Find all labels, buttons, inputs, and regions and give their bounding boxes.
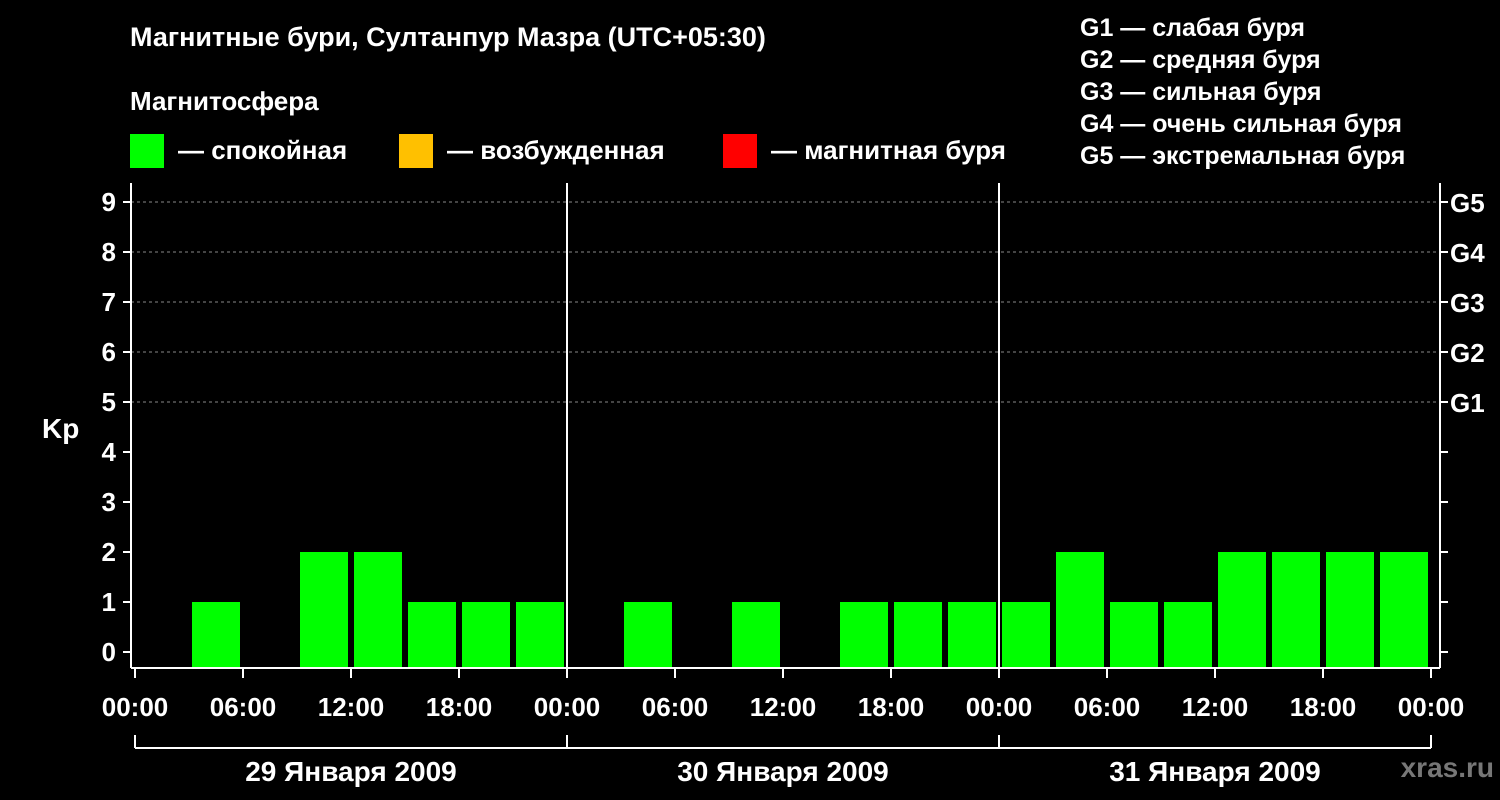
kp-bar — [192, 602, 240, 668]
kp-bar — [894, 602, 942, 668]
x-tick-label: 12:00 — [1182, 692, 1249, 722]
y-tick-label: 0 — [102, 637, 116, 667]
y-tick-label: 5 — [102, 387, 116, 417]
kp-bar — [462, 602, 510, 668]
kp-bar — [408, 602, 456, 668]
x-tick-label: 12:00 — [750, 692, 817, 722]
y-tick-label: 9 — [102, 187, 116, 217]
kp-bar — [1218, 552, 1266, 668]
kp-bar — [948, 602, 996, 668]
x-tick-label: 06:00 — [1074, 692, 1141, 722]
g-tick-label: G5 — [1450, 188, 1485, 218]
x-tick-label: 18:00 — [1290, 692, 1357, 722]
kp-bar — [516, 602, 564, 668]
x-tick-label: 18:00 — [426, 692, 493, 722]
kp-bar — [624, 602, 672, 668]
kp-bar — [1326, 552, 1374, 668]
g-tick-label: G1 — [1450, 388, 1485, 418]
y-tick-label: 8 — [102, 237, 116, 267]
x-tick-label: 00:00 — [534, 692, 601, 722]
kp-bar — [300, 552, 348, 668]
y-tick-label: 7 — [102, 287, 116, 317]
day-label: 29 Января 2009 — [245, 756, 457, 787]
g-tick-label: G2 — [1450, 338, 1485, 368]
y-tick-label: 4 — [102, 437, 117, 467]
g-tick-label: G4 — [1450, 238, 1485, 268]
kp-bar — [1056, 552, 1104, 668]
brand-label: xras.ru — [1400, 752, 1494, 783]
y-tick-label: 2 — [102, 537, 116, 567]
y-tick-label: 1 — [102, 587, 116, 617]
kp-bar — [354, 552, 402, 668]
y-tick-label: 6 — [102, 337, 116, 367]
g-tick-label: G3 — [1450, 288, 1485, 318]
kp-bar — [1272, 552, 1320, 668]
x-tick-label: 06:00 — [642, 692, 709, 722]
x-tick-label: 00:00 — [1398, 692, 1465, 722]
y-tick-label: 3 — [102, 487, 116, 517]
kp-bar — [1380, 552, 1428, 668]
kp-bar — [732, 602, 780, 668]
x-tick-label: 06:00 — [210, 692, 277, 722]
x-tick-label: 12:00 — [318, 692, 385, 722]
y-axis-label: Kp — [42, 413, 79, 444]
kp-bar — [840, 602, 888, 668]
kp-bar — [1110, 602, 1158, 668]
kp-chart: 0 1 2 3 4 5 6 7 8 9 G1 G2 G3 G4 G5 Kp 00:00 06:00 12:00 18:… — [42, 183, 1485, 787]
day-label: 30 Января 2009 — [677, 756, 889, 787]
day-label: 31 Января 2009 — [1109, 756, 1321, 787]
x-tick-label: 00:00 — [102, 692, 169, 722]
x-tick-label: 18:00 — [858, 692, 925, 722]
kp-bar — [1002, 602, 1050, 668]
kp-bar — [1164, 602, 1212, 668]
x-tick-label: 00:00 — [966, 692, 1033, 722]
